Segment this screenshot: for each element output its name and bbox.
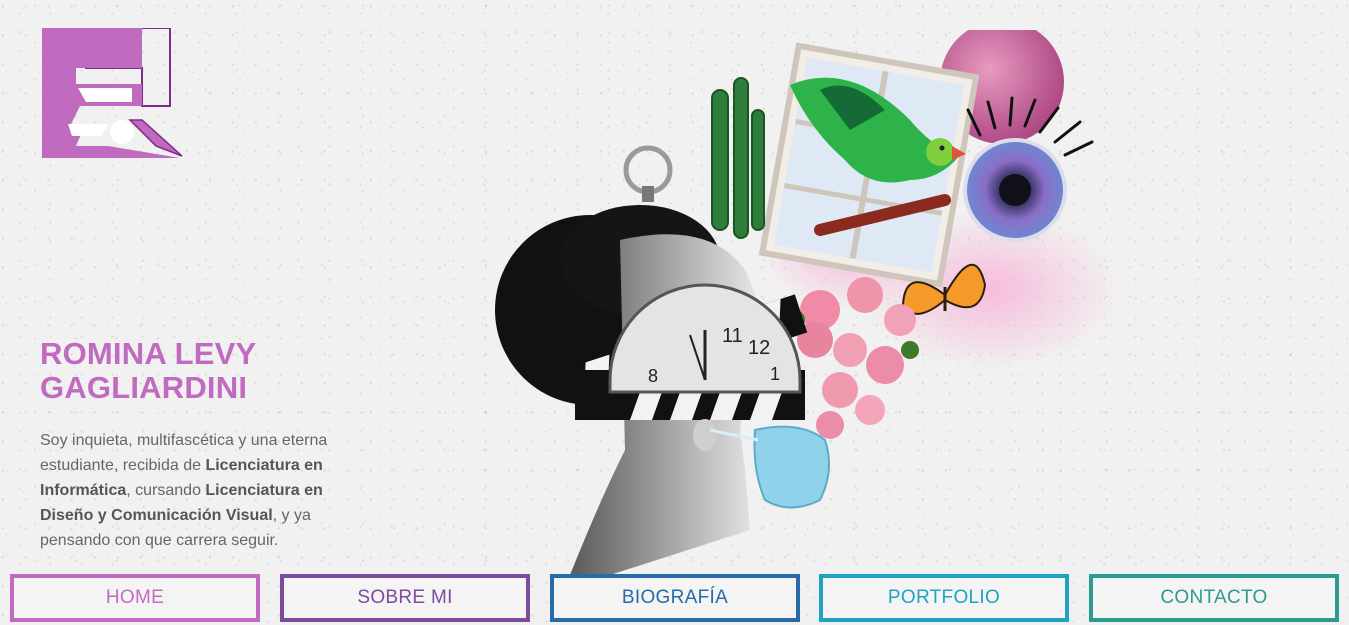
hero-bio-paragraph: Soy inquieta, multifascética y una etern… — [40, 428, 380, 553]
clock-numeral: 1 — [770, 364, 780, 384]
hero-name-heading: ROMINA LEVY GAGLIARDINI — [40, 337, 370, 405]
clock-numeral: 11 — [722, 325, 743, 347]
rl-monogram-logo[interactable] — [42, 28, 184, 160]
name-line-2: GAGLIARDINI — [40, 370, 248, 405]
bio-text: , cursando — [126, 482, 206, 499]
nav-contacto-button[interactable]: CONTACTO — [1089, 574, 1339, 622]
nav-biografia-button[interactable]: BIOGRAFÍA — [550, 574, 800, 622]
collage-woman-profile-illustration: 11 12 1 8 — [495, 30, 1120, 575]
nav-portfolio-button[interactable]: PORTFOLIO — [819, 574, 1069, 622]
name-line-1: ROMINA LEVY — [40, 336, 257, 371]
nav-sobre-mi-button[interactable]: SOBRE MI — [280, 574, 530, 622]
clock-numeral: 12 — [748, 337, 770, 359]
nav-home-button[interactable]: HOME — [10, 574, 260, 622]
clock-numeral: 8 — [648, 366, 658, 386]
main-nav: HOME SOBRE MI BIOGRAFÍA PORTFOLIO CONTAC… — [10, 574, 1340, 622]
